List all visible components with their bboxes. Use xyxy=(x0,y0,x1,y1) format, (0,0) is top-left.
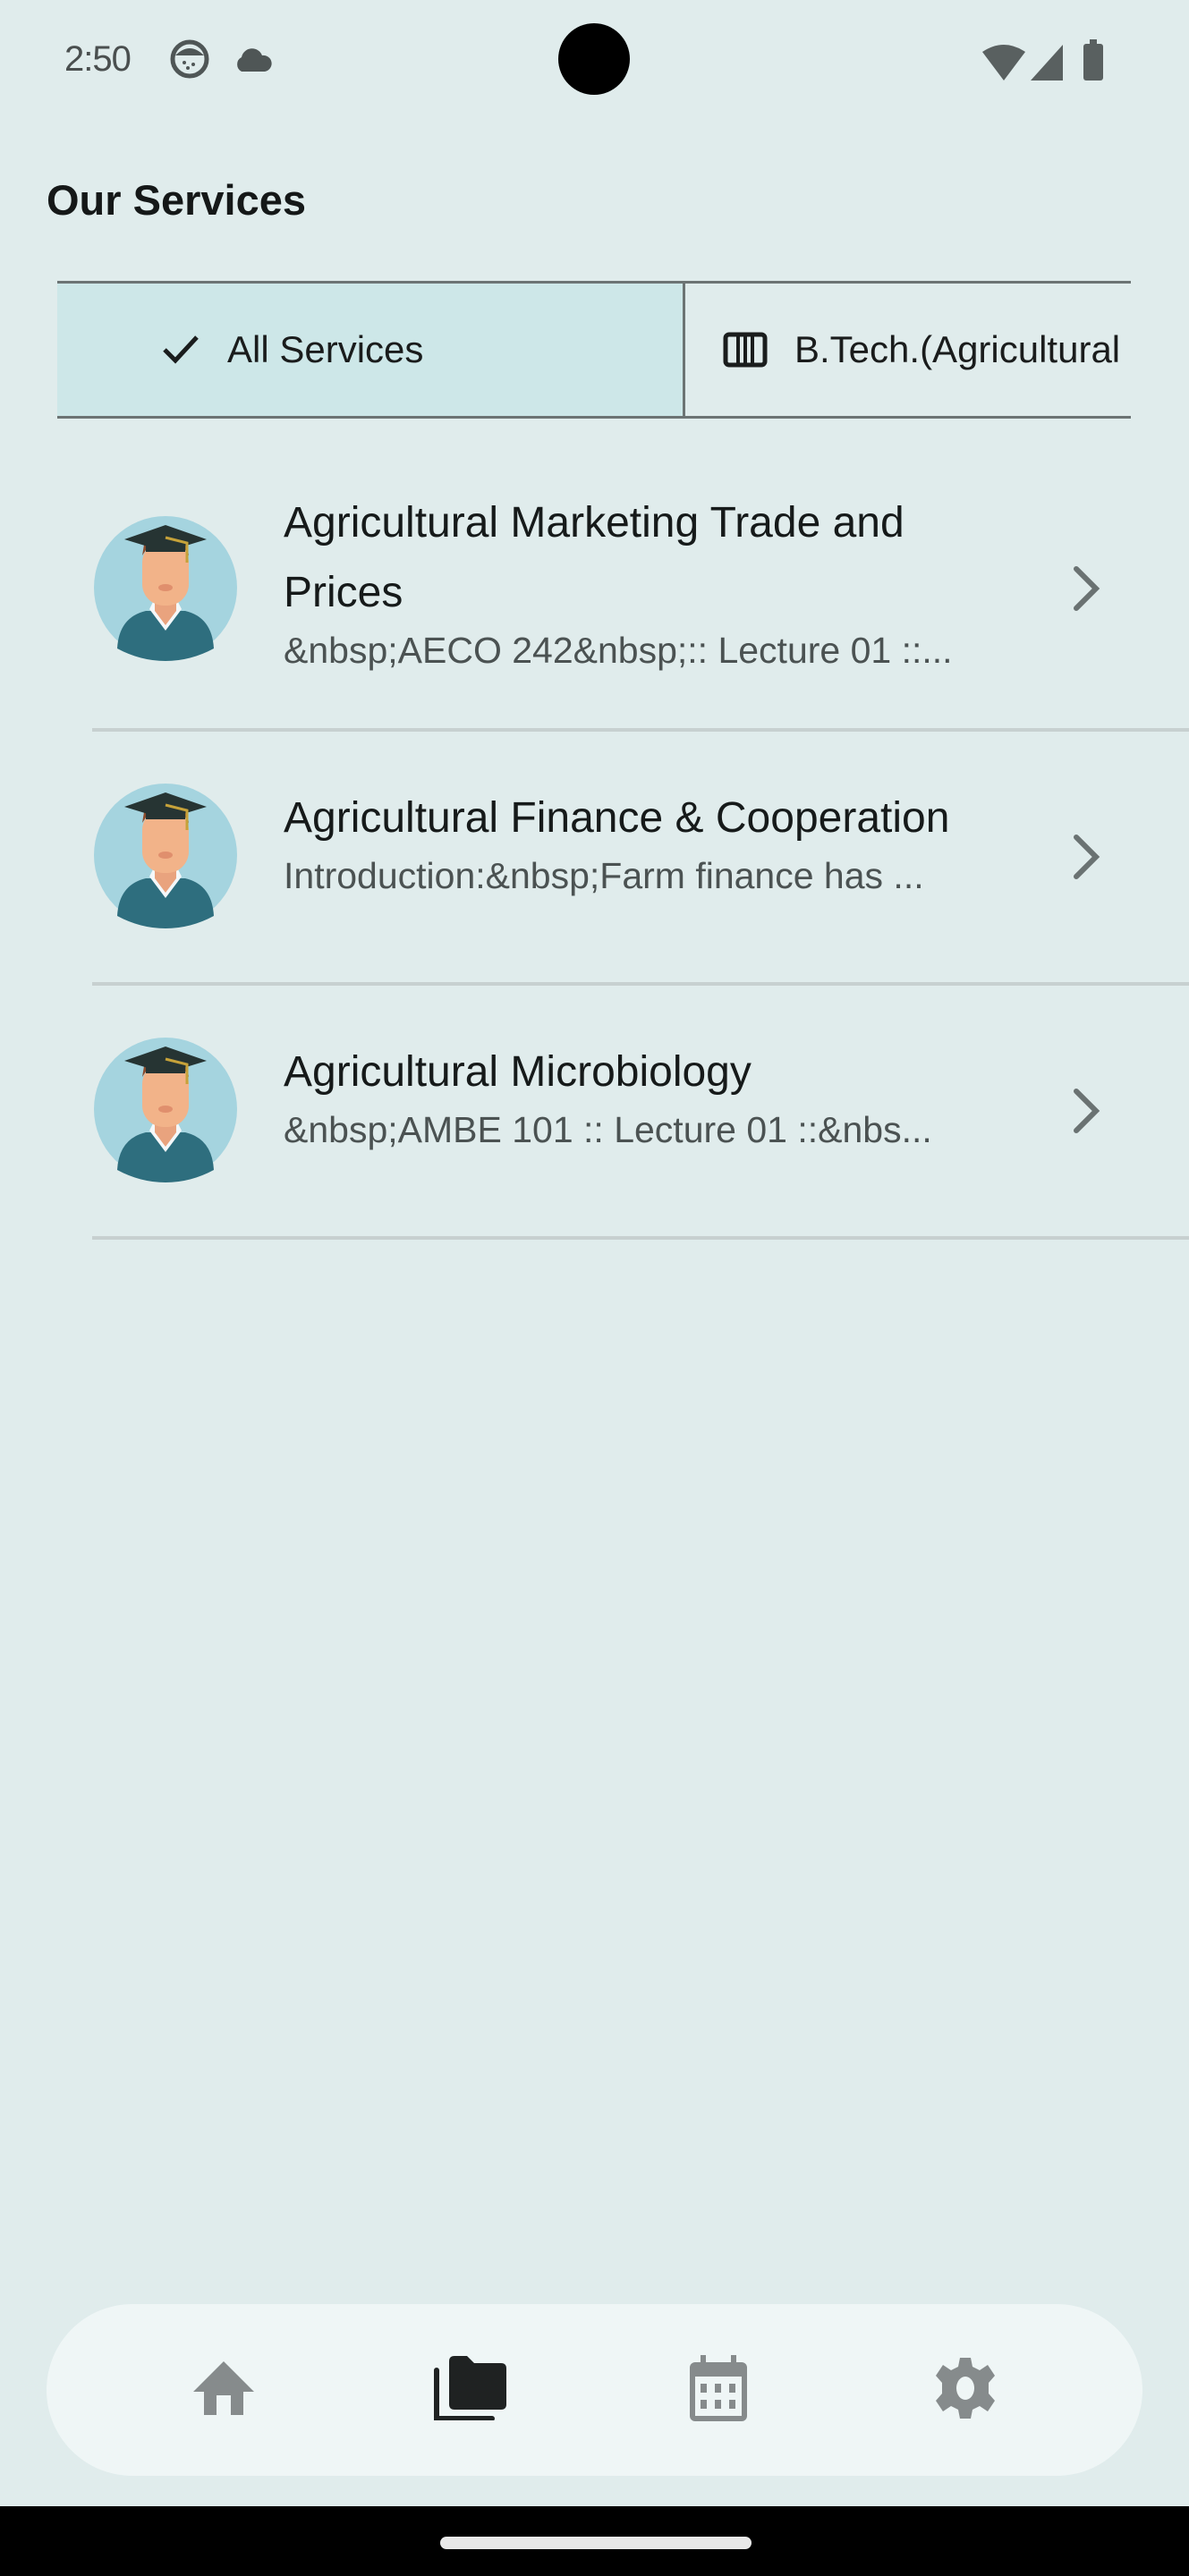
filter-chip-all-services[interactable]: All Services xyxy=(57,284,685,416)
chevron-right-icon xyxy=(1069,830,1105,884)
service-title: Agricultural Microbiology xyxy=(284,1048,752,1096)
service-list-item[interactable]: Agricultural Microbiology &nbsp;AMBE 101… xyxy=(92,986,1189,1240)
home-icon xyxy=(191,2360,256,2421)
filter-chip-label: All Services xyxy=(227,328,424,370)
app-notification-icon xyxy=(170,39,209,83)
battery-icon xyxy=(1083,39,1104,85)
service-list-item[interactable]: Agricultural Marketing Trade and Prices … xyxy=(92,465,1189,732)
service-list-item[interactable]: Agricultural Finance & Cooperation Intro… xyxy=(92,732,1189,986)
folder-copy-icon xyxy=(433,2355,508,2425)
wifi-icon xyxy=(981,43,1027,85)
filter-chip-label: B.Tech.(Agricultural xyxy=(794,328,1121,370)
service-subtitle: Introduction:&nbsp;Farm finance has ... xyxy=(284,855,924,896)
graduate-avatar xyxy=(92,1036,239,1182)
status-time: 2:50 xyxy=(64,39,132,79)
service-subtitle: &nbsp;AECO 242&nbsp;:: Lecture 01 ::... xyxy=(284,630,953,671)
nav-calendar[interactable] xyxy=(665,2336,772,2444)
graduate-avatar xyxy=(92,782,239,928)
nav-services[interactable] xyxy=(417,2336,524,2444)
filter-chip-btech[interactable]: B.Tech.(Agricultural xyxy=(685,284,1120,416)
page-title: Our Services xyxy=(47,176,307,224)
service-title: Agricultural Marketing Trade and Prices xyxy=(284,499,904,616)
chevron-right-icon xyxy=(1069,562,1105,615)
check-icon xyxy=(161,334,200,366)
nav-settings[interactable] xyxy=(912,2336,1019,2444)
service-title: Agricultural Finance & Cooperation xyxy=(284,794,950,842)
system-gesture-bar xyxy=(0,2506,1189,2576)
view-column-icon xyxy=(723,332,768,368)
cloud-icon xyxy=(233,45,274,78)
service-list: Agricultural Marketing Trade and Prices … xyxy=(0,465,1189,1240)
service-subtitle: &nbsp;AMBE 101 :: Lecture 01 ::&nbs... xyxy=(284,1109,932,1150)
status-bar: 2:50 xyxy=(0,0,1189,125)
gear-icon xyxy=(933,2356,998,2425)
front-camera xyxy=(558,23,630,95)
graduate-avatar xyxy=(92,514,239,661)
nav-home[interactable] xyxy=(170,2336,277,2444)
bottom-navigation xyxy=(47,2304,1142,2476)
filter-chip-bar[interactable]: All Services B.Tech.(Agricultural xyxy=(57,281,1131,419)
chevron-right-icon xyxy=(1069,1084,1105,1138)
cell-signal-icon xyxy=(1029,43,1065,85)
home-gesture-handle[interactable] xyxy=(440,2537,752,2549)
calendar-icon xyxy=(688,2354,749,2426)
